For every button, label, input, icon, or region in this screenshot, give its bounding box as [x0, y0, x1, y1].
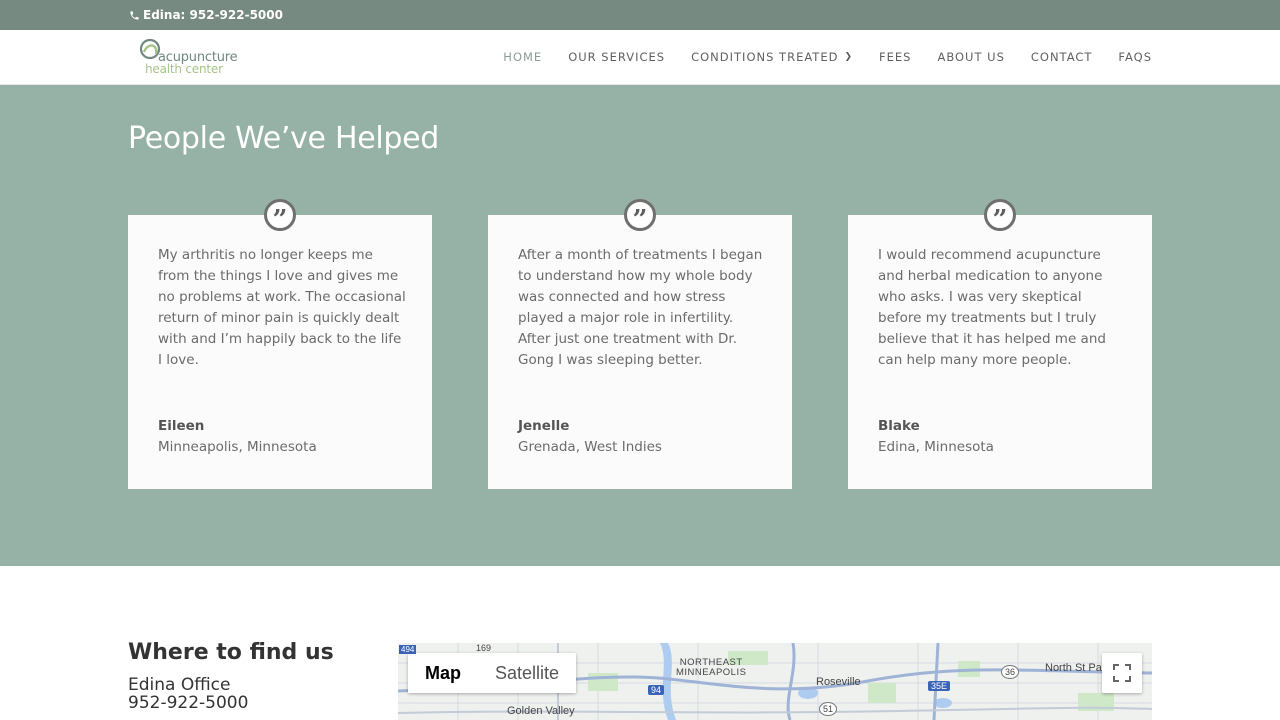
nav-home[interactable]: HOME [503, 50, 542, 64]
nav-conditions-label: CONDITIONS TREATED [691, 50, 839, 64]
testimonial-author: Eileen [158, 418, 205, 434]
quote-icon: ” [984, 199, 1016, 233]
phone-icon [130, 10, 139, 20]
quote-icon: ” [624, 199, 656, 233]
testimonial-location: Minneapolis, Minnesota [158, 439, 317, 455]
google-map[interactable]: Map Satellite NORTHEAST MINNEAPOLIS Rose… [398, 643, 1152, 720]
testimonial-text: I would recommend acupuncture and herbal… [878, 247, 1106, 368]
map-label-northeast-minneapolis: NORTHEAST MINNEAPOLIS [676, 658, 746, 678]
site-header: acupuncture health center HOME OUR SERVI… [0, 30, 1280, 85]
nav-fees[interactable]: FEES [879, 50, 911, 64]
top-phone[interactable]: Edina: 952-922-5000 [129, 8, 283, 22]
map-type-toggle: Map Satellite [408, 653, 577, 693]
main-nav: HOME OUR SERVICES CONDITIONS TREATED ❯ F… [503, 50, 1152, 64]
logo-line-2: health center [145, 62, 223, 76]
interstate-494-icon: 494 [399, 645, 417, 654]
interstate-94-icon: 94 [648, 685, 665, 695]
testimonials-section: People We’ve Helped ” My arthritis no lo… [0, 85, 1280, 566]
top-bar: Edina: 952-922-5000 [0, 0, 1280, 30]
testimonial-text: After a month of treatments I began to u… [518, 247, 763, 368]
testimonial-card: ” My arthritis no longer keeps me from t… [128, 199, 432, 489]
testimonial-card: ” I would recommend acupuncture and herb… [848, 199, 1152, 489]
nav-conditions-treated[interactable]: CONDITIONS TREATED ❯ [691, 50, 853, 64]
map-label-roseville: Roseville [816, 676, 861, 688]
location-title: Where to find us [128, 640, 334, 665]
route-36-icon: 36 [1001, 665, 1020, 679]
chevron-down-icon: ❯ [844, 52, 853, 62]
testimonial-card: ” After a month of treatments I began to… [488, 199, 792, 489]
map-label-north-st-paul: North St Pa [1045, 662, 1102, 674]
testimonial-location: Grenada, West Indies [518, 439, 662, 455]
testimonial-author: Blake [878, 418, 920, 434]
fullscreen-icon [1113, 664, 1131, 682]
testimonial-text: My arthritis no longer keeps me from the… [158, 247, 406, 368]
nav-faqs[interactable]: FAQS [1118, 50, 1152, 64]
testimonial-author: Jenelle [518, 418, 570, 434]
map-label-northeast-line2: MINNEAPOLIS [676, 667, 747, 678]
site-logo[interactable]: acupuncture health center [138, 36, 248, 78]
interstate-35e-icon: 35E [928, 681, 951, 691]
satellite-view-button[interactable]: Satellite [478, 653, 577, 693]
office-phone[interactable]: 952-922-5000 [128, 693, 248, 713]
top-phone-label: Edina: 952-922-5000 [143, 8, 283, 22]
map-label-golden-valley: Golden Valley [507, 705, 575, 717]
section-title: People We’ve Helped [128, 121, 440, 156]
route-169-icon: 169 [476, 643, 492, 653]
quote-icon: ” [264, 199, 296, 233]
testimonial-location: Edina, Minnesota [878, 439, 994, 455]
nav-contact[interactable]: CONTACT [1031, 50, 1093, 64]
office-name: Edina Office [128, 675, 231, 695]
nav-about-us[interactable]: ABOUT US [937, 50, 1004, 64]
map-view-button[interactable]: Map [408, 653, 478, 693]
nav-our-services[interactable]: OUR SERVICES [568, 50, 665, 64]
route-51-icon: 51 [819, 702, 838, 716]
fullscreen-button[interactable] [1102, 653, 1142, 693]
